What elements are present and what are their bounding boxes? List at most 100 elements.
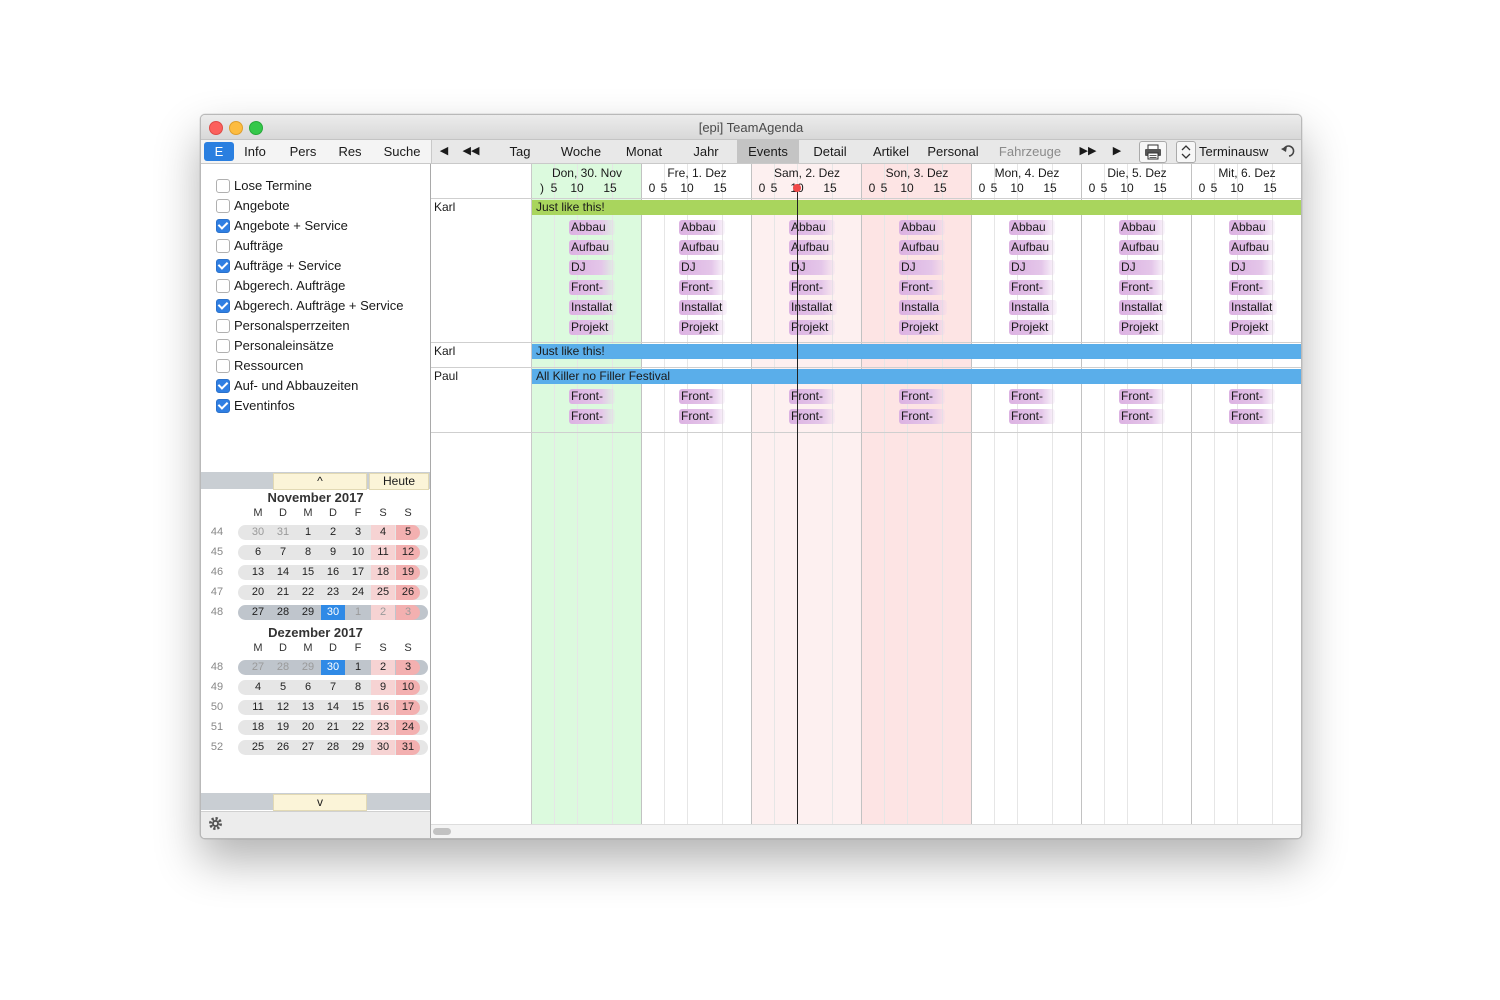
calendar-day[interactable]: 4 bbox=[246, 680, 270, 695]
calendar-day[interactable]: 5 bbox=[396, 525, 420, 540]
calendar-day[interactable]: 1 bbox=[346, 660, 370, 675]
assignment-chip[interactable]: Front- bbox=[899, 389, 945, 404]
view-fahrzeuge[interactable]: Fahrzeuge bbox=[991, 140, 1069, 163]
fast-back-icon[interactable]: ◀◀ bbox=[459, 140, 483, 163]
calendar-day[interactable]: 27 bbox=[246, 660, 270, 675]
calendar-day[interactable]: 27 bbox=[296, 740, 320, 755]
calendar-day[interactable]: 10 bbox=[346, 545, 370, 560]
tab-res[interactable]: Res bbox=[333, 140, 367, 163]
calendar-day[interactable]: 9 bbox=[371, 680, 395, 695]
horizontal-scrollbar[interactable] bbox=[431, 824, 1301, 838]
calendar-day[interactable]: 3 bbox=[396, 660, 420, 675]
calendar-day[interactable]: 1 bbox=[346, 605, 370, 620]
calendar-day[interactable]: 27 bbox=[246, 605, 270, 620]
view-artikel[interactable]: Artikel bbox=[865, 140, 917, 163]
assignment-chip[interactable]: Aufbau bbox=[899, 240, 945, 255]
assignment-chip[interactable]: Abbau bbox=[789, 220, 835, 235]
event-bar[interactable]: All Killer no Filler Festival bbox=[532, 369, 1301, 384]
assignment-chip[interactable]: Front- bbox=[1009, 409, 1055, 424]
calendar-day[interactable]: 18 bbox=[371, 565, 395, 580]
filter-checkbox[interactable] bbox=[216, 279, 230, 293]
assignment-chip[interactable]: Front- bbox=[899, 280, 945, 295]
assignment-chip[interactable]: Front- bbox=[679, 280, 725, 295]
assignment-chip[interactable]: Front- bbox=[789, 280, 835, 295]
view-woche[interactable]: Woche bbox=[551, 140, 611, 163]
filter-checkbox[interactable] bbox=[216, 399, 230, 413]
calendar-day[interactable]: 19 bbox=[271, 720, 295, 735]
calendar-day[interactable]: 29 bbox=[296, 605, 320, 620]
calendar-day[interactable]: 28 bbox=[321, 740, 345, 755]
assignment-chip[interactable]: DJ bbox=[899, 260, 945, 275]
assignment-chip[interactable]: Front- bbox=[1009, 389, 1055, 404]
calendar-day[interactable]: 2 bbox=[321, 525, 345, 540]
calendar-day[interactable]: 1 bbox=[296, 525, 320, 540]
calendar-day[interactable]: 29 bbox=[296, 660, 320, 675]
calendar-day[interactable]: 23 bbox=[321, 585, 345, 600]
printer-icon[interactable] bbox=[1139, 141, 1167, 163]
calendar-day[interactable]: 19 bbox=[396, 565, 420, 580]
assignment-chip[interactable]: Installat bbox=[679, 300, 727, 315]
calendar-day[interactable]: 30 bbox=[321, 605, 345, 620]
calendar-day[interactable]: 7 bbox=[321, 680, 345, 695]
calendar-day[interactable]: 14 bbox=[271, 565, 295, 580]
assignment-chip[interactable]: Front- bbox=[1229, 389, 1275, 404]
calendar-day[interactable]: 24 bbox=[396, 720, 420, 735]
assignment-chip[interactable]: Projekt bbox=[1009, 320, 1055, 335]
tab-e[interactable]: E bbox=[204, 142, 234, 161]
calendar-day[interactable]: 3 bbox=[396, 605, 420, 620]
view-personal[interactable]: Personal bbox=[925, 140, 981, 163]
assignment-chip[interactable]: Installa bbox=[1009, 300, 1057, 315]
assignment-chip[interactable]: Abbau bbox=[1119, 220, 1165, 235]
assignment-chip[interactable]: Front- bbox=[1119, 389, 1165, 404]
filter-checkbox[interactable] bbox=[216, 319, 230, 333]
assignment-chip[interactable]: Front- bbox=[679, 409, 725, 424]
calendar-day[interactable]: 31 bbox=[271, 525, 295, 540]
event-bar[interactable]: Just like this! bbox=[532, 200, 1301, 215]
view-jahr[interactable]: Jahr bbox=[685, 140, 727, 163]
assignment-chip[interactable]: DJ bbox=[569, 260, 615, 275]
assignment-chip[interactable]: Projekt bbox=[899, 320, 945, 335]
assignment-chip[interactable]: Front- bbox=[1009, 280, 1055, 295]
assignment-chip[interactable]: Aufbau bbox=[679, 240, 725, 255]
calendar-day[interactable]: 2 bbox=[371, 605, 395, 620]
calendar-day[interactable]: 28 bbox=[271, 660, 295, 675]
calendar-day[interactable]: 8 bbox=[346, 680, 370, 695]
calendar-down-button[interactable]: v bbox=[273, 794, 367, 811]
assignment-chip[interactable]: Abbau bbox=[1229, 220, 1275, 235]
filter-checkbox[interactable] bbox=[216, 339, 230, 353]
view-events[interactable]: Events bbox=[737, 140, 799, 163]
assignment-chip[interactable]: Front- bbox=[1119, 409, 1165, 424]
calendar-day[interactable]: 17 bbox=[346, 565, 370, 580]
assignment-chip[interactable]: DJ bbox=[1119, 260, 1165, 275]
assignment-chip[interactable]: Aufbau bbox=[1009, 240, 1055, 255]
calendar-day[interactable]: 15 bbox=[346, 700, 370, 715]
terminauswahl-select[interactable]: Terminausw bbox=[1199, 140, 1273, 163]
assignment-chip[interactable]: Front- bbox=[789, 389, 835, 404]
calendar-day[interactable]: 11 bbox=[246, 700, 270, 715]
stepper-icon[interactable] bbox=[1176, 141, 1196, 163]
calendar-day[interactable]: 20 bbox=[296, 720, 320, 735]
calendar-day[interactable]: 9 bbox=[321, 545, 345, 560]
calendar-day[interactable]: 12 bbox=[271, 700, 295, 715]
assignment-chip[interactable]: Aufbau bbox=[569, 240, 615, 255]
filter-checkbox[interactable] bbox=[216, 259, 230, 273]
calendar-day[interactable]: 5 bbox=[271, 680, 295, 695]
assignment-chip[interactable]: Front- bbox=[1119, 280, 1165, 295]
assignment-chip[interactable]: Front- bbox=[1229, 409, 1275, 424]
calendar-day[interactable]: 4 bbox=[371, 525, 395, 540]
tab-info[interactable]: Info bbox=[237, 140, 273, 163]
calendar-day[interactable]: 29 bbox=[346, 740, 370, 755]
scrollbar-thumb[interactable] bbox=[433, 828, 451, 835]
event-bar[interactable]: Just like this! bbox=[532, 344, 1301, 359]
calendar-day[interactable]: 6 bbox=[246, 545, 270, 560]
calendar-day[interactable]: 22 bbox=[296, 585, 320, 600]
calendar-day[interactable]: 24 bbox=[346, 585, 370, 600]
calendar-day[interactable]: 30 bbox=[246, 525, 270, 540]
assignment-chip[interactable]: Front- bbox=[569, 409, 615, 424]
calendar-day[interactable]: 25 bbox=[371, 585, 395, 600]
view-monat[interactable]: Monat bbox=[617, 140, 671, 163]
assignment-chip[interactable]: Projekt bbox=[569, 320, 615, 335]
calendar-day[interactable]: 11 bbox=[371, 545, 395, 560]
calendar-day[interactable]: 31 bbox=[396, 740, 420, 755]
calendar-day[interactable]: 16 bbox=[321, 565, 345, 580]
